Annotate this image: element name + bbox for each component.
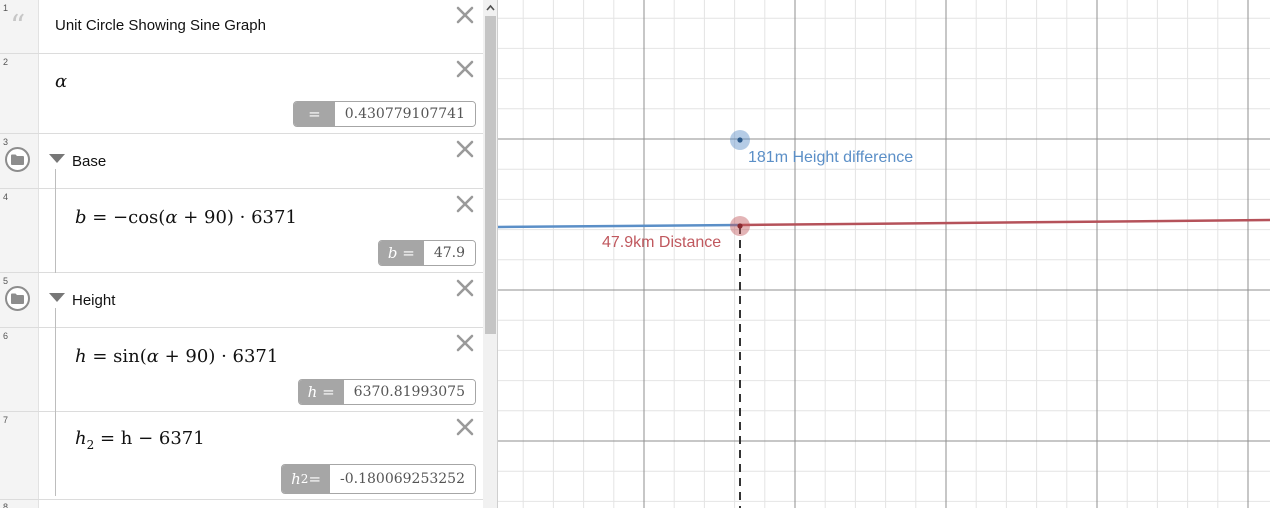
evaluation-label: =: [294, 102, 335, 126]
folder-indent-line: [55, 189, 56, 273]
row-gutter: 1 “: [0, 0, 39, 53]
math-operator: + 90) · 6371: [177, 207, 297, 228]
evaluation-label-text: h =: [307, 383, 335, 401]
math-variable: h: [75, 346, 87, 367]
expression-row-empty[interactable]: 8: [0, 500, 483, 508]
scroll-up-arrow-icon[interactable]: [483, 0, 498, 16]
row-gutter: 5: [0, 273, 39, 327]
folder-title[interactable]: Height: [72, 292, 115, 309]
row-number: 3: [3, 137, 9, 147]
expression-row-base[interactable]: 4 b = −cos(α + 90) · 6371 b = 47.9: [0, 189, 483, 273]
evaluation-label: h2 =: [282, 465, 331, 493]
math-operator: = sin(: [86, 346, 147, 367]
height-point[interactable]: [737, 137, 743, 143]
expression-list: 1 “ Unit Circle Showing Sine Graph 2 α =…: [0, 0, 483, 508]
graph-paper[interactable]: 181m Height difference 47.9km Distance: [498, 0, 1270, 508]
row-gutter: 8: [0, 500, 39, 508]
evaluation-box: = 0.430779107741: [293, 101, 476, 127]
row-number: 4: [3, 192, 9, 202]
row-gutter: 7: [0, 412, 39, 499]
folder-indent-line: [55, 328, 56, 412]
blue-curve: [498, 223, 741, 229]
evaluation-box: h = 6370.81993075: [297, 379, 476, 405]
expression-row-height[interactable]: 6 h = sin(α + 90) · 6371 h = 6370.819930…: [0, 328, 483, 412]
evaluation-label: b =: [378, 241, 424, 265]
delete-expression-icon[interactable]: [455, 417, 475, 437]
folder-title[interactable]: Base: [72, 153, 106, 170]
row-number: 2: [3, 57, 9, 67]
row-number: 5: [3, 276, 9, 286]
graph-canvas[interactable]: [498, 0, 1270, 508]
expression-math[interactable]: α: [55, 71, 67, 92]
scrollbar-thumb[interactable]: [485, 16, 496, 334]
delete-expression-icon[interactable]: [455, 59, 475, 79]
evaluation-label-subscript: 2: [300, 472, 309, 486]
expression-math[interactable]: h2 = h − 6371: [75, 428, 205, 452]
row-number: 8: [3, 502, 9, 508]
delete-folder-icon[interactable]: [455, 139, 475, 159]
delete-expression-icon[interactable]: [455, 194, 475, 214]
evaluation-value: -0.180069253252: [330, 465, 475, 493]
distance-point[interactable]: [737, 223, 743, 229]
red-curve: [739, 218, 1270, 227]
evaluation-box: h2 = -0.180069253252: [281, 464, 476, 494]
expression-math[interactable]: h = sin(α + 90) · 6371: [75, 346, 278, 367]
row-number: 1: [3, 3, 9, 13]
math-operator: = −cos(: [86, 207, 166, 228]
folder-collapse-caret-icon[interactable]: [49, 293, 65, 302]
expression-row-height-difference[interactable]: 7 h2 = h − 6371 h2 = -0.180069253252: [0, 412, 483, 500]
folder-icon[interactable]: [5, 147, 30, 172]
row-gutter: 6: [0, 328, 39, 411]
expression-panel: 1 “ Unit Circle Showing Sine Graph 2 α =…: [0, 0, 498, 508]
evaluation-label-text: b =: [387, 244, 415, 262]
note-quote-icon: “: [10, 9, 26, 44]
expression-row-alpha[interactable]: 2 α = 0.430779107741: [0, 54, 483, 134]
note-text[interactable]: Unit Circle Showing Sine Graph: [55, 17, 266, 34]
expression-math[interactable]: b = −cos(α + 90) · 6371: [75, 207, 297, 228]
folder-collapse-caret-icon[interactable]: [49, 154, 65, 163]
delete-folder-icon[interactable]: [455, 278, 475, 298]
evaluation-label: h =: [298, 380, 344, 404]
height-difference-label: 181m Height difference: [748, 149, 914, 166]
delete-expression-icon[interactable]: [455, 333, 475, 353]
math-variable: α: [165, 207, 178, 228]
row-gutter: 4: [0, 189, 39, 272]
expression-list-scrollbar[interactable]: [483, 0, 498, 508]
folder-indent-line: [55, 169, 56, 189]
folder-indent-line: [55, 308, 56, 328]
math-variable: h: [75, 428, 87, 449]
evaluation-box: b = 47.9: [377, 240, 476, 266]
row-number: 6: [3, 331, 9, 341]
math-operator: + 90) · 6371: [158, 346, 279, 367]
alpha-variable: α: [55, 71, 68, 92]
row-gutter: 3: [0, 134, 39, 188]
math-variable: b: [75, 207, 87, 228]
evaluation-value: 47.9: [423, 241, 475, 265]
evaluation-label-eq: =: [308, 470, 322, 488]
evaluation-value: 0.430779107741: [334, 102, 475, 126]
expression-row-note[interactable]: 1 “ Unit Circle Showing Sine Graph: [0, 0, 483, 54]
row-gutter: 2: [0, 54, 39, 133]
math-operator: = h − 6371: [94, 428, 205, 449]
folder-row-height[interactable]: 5 Height: [0, 273, 483, 328]
folder-icon[interactable]: [5, 286, 30, 311]
math-variable: α: [146, 346, 159, 367]
row-number: 7: [3, 415, 9, 425]
distance-label: 47.9km Distance: [602, 234, 722, 251]
folder-row-base[interactable]: 3 Base: [0, 134, 483, 189]
evaluation-value: 6370.81993075: [343, 380, 475, 404]
folder-indent-line: [55, 412, 56, 496]
minor-gridlines: [498, 0, 1270, 508]
delete-expression-icon[interactable]: [455, 5, 475, 25]
evaluation-label-var: h: [291, 470, 301, 488]
